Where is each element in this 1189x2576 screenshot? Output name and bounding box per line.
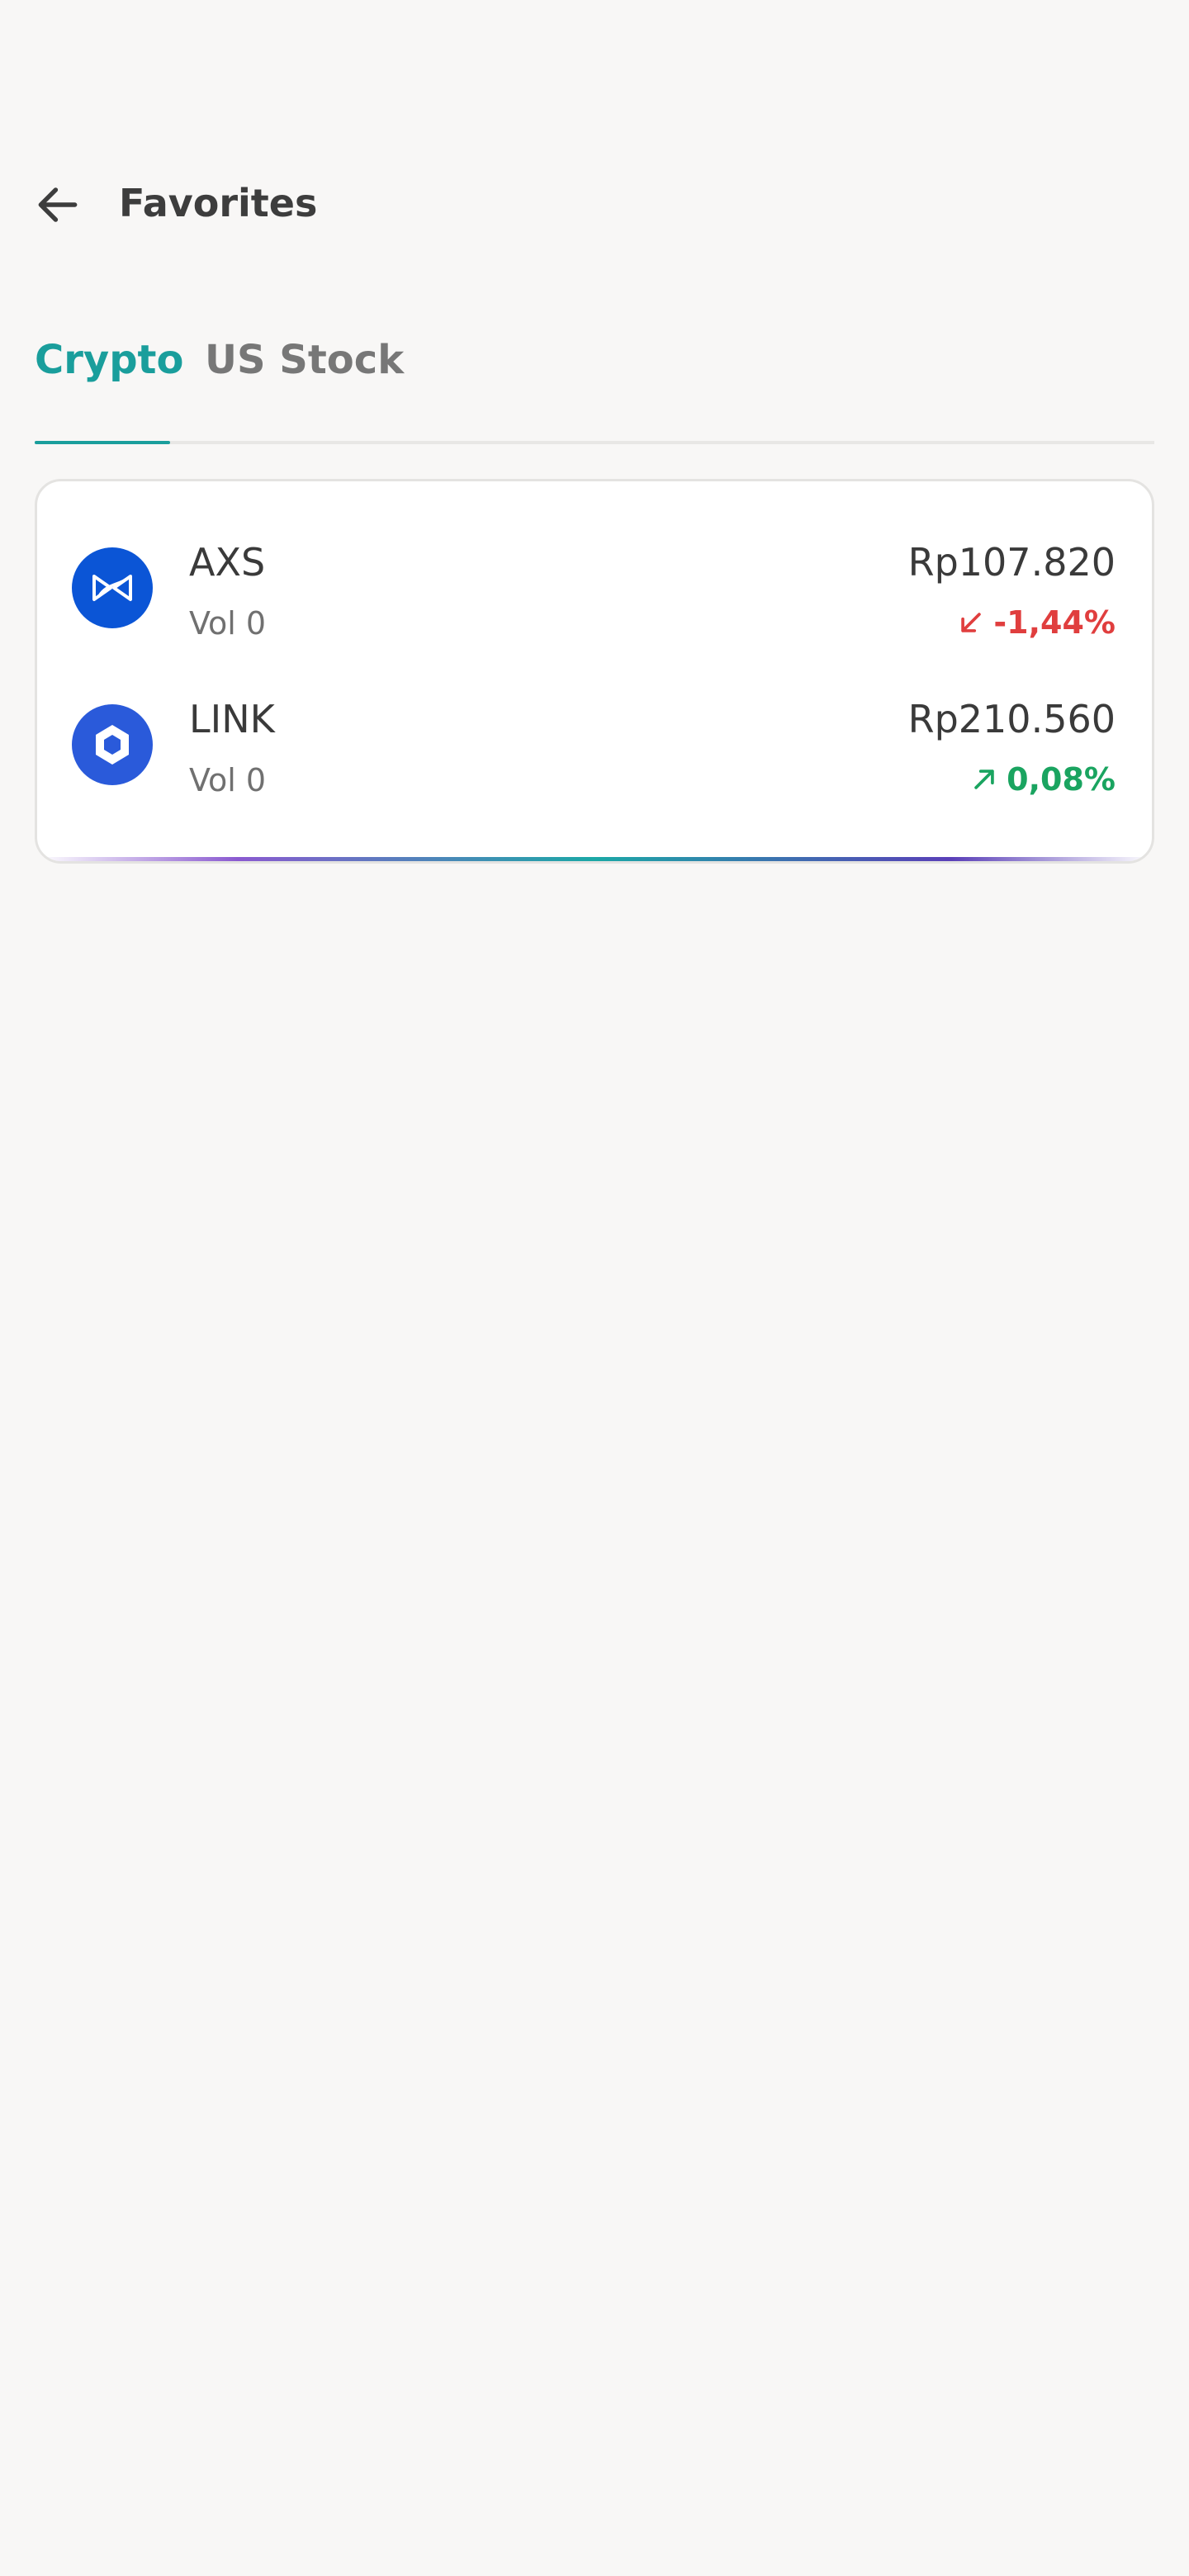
card-accent-line	[37, 857, 1152, 861]
back-button[interactable]	[25, 172, 91, 238]
list-item-link[interactable]: LINK Vol 0 Rp210.560 0,08%	[37, 680, 1152, 812]
coin-price: Rp107.820	[907, 540, 1116, 585]
arrow-left-icon	[38, 187, 78, 222]
coin-symbol: LINK	[189, 697, 275, 741]
list-item-axs[interactable]: AXS Vol 0 Rp107.820 -1,44%	[37, 523, 1152, 655]
arrow-up-right-icon	[974, 769, 994, 789]
tab-us-stock[interactable]: US Stock	[205, 334, 404, 386]
coin-price: Rp210.560	[907, 697, 1116, 741]
price-change-value: 0,08%	[1007, 761, 1116, 798]
tab-crypto[interactable]: Crypto	[35, 334, 183, 386]
coin-volume: Vol 0	[189, 605, 267, 642]
favorites-card: AXS Vol 0 Rp107.820 -1,44% LINK Vol 0 Rp…	[35, 479, 1154, 864]
price-change: 0,08%	[970, 759, 1116, 800]
price-change-value: -1,44%	[993, 604, 1116, 641]
price-change: -1,44%	[957, 602, 1116, 643]
coin-symbol: AXS	[189, 540, 266, 585]
tab-bar: Crypto US Stock	[35, 314, 1154, 444]
app-header: Favorites	[0, 165, 1189, 239]
arrow-down-left-icon	[961, 613, 982, 632]
active-tab-indicator	[35, 441, 170, 444]
page-title: Favorites	[119, 181, 318, 225]
axs-coin-icon	[72, 547, 153, 628]
link-coin-icon	[72, 704, 153, 785]
coin-volume: Vol 0	[189, 762, 267, 798]
